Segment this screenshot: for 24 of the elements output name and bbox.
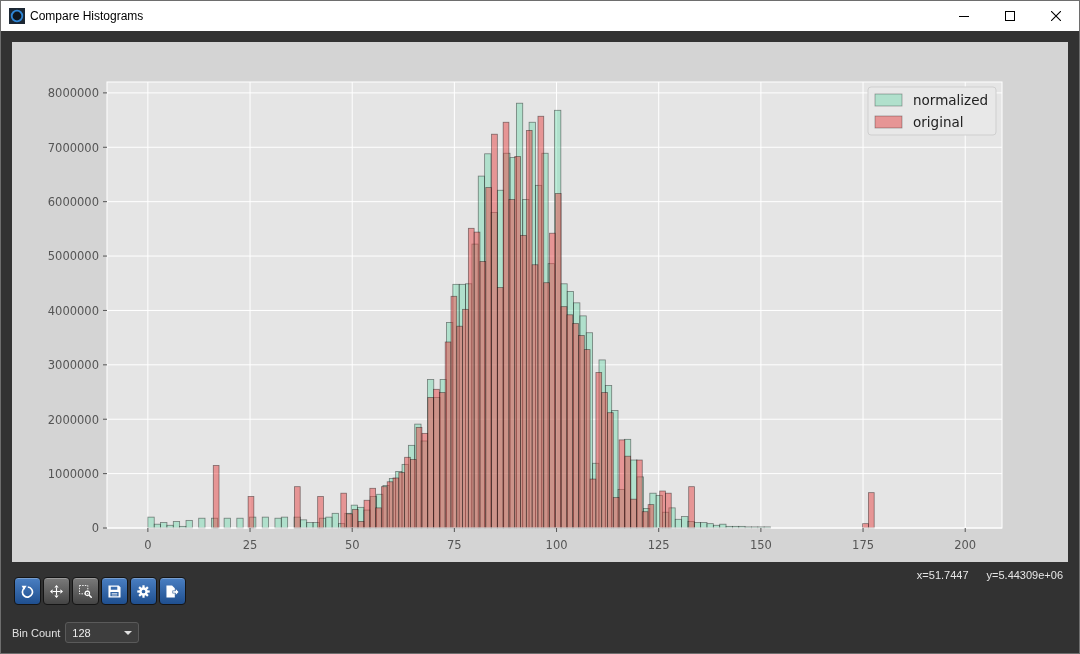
y-tick-label: 6000000 <box>47 194 99 209</box>
y-tick-label: 1000000 <box>47 466 99 481</box>
x-tick-label: 125 <box>647 538 670 552</box>
x-tick-label: 200 <box>954 538 977 552</box>
x-tick-label: 75 <box>447 538 462 552</box>
y-tick-label: 3000000 <box>47 358 99 373</box>
window-title: Compare Histograms <box>30 9 144 23</box>
y-tick-label: 8000000 <box>47 86 99 101</box>
y-tick-label: 2000000 <box>47 412 99 427</box>
x-tick-label: 100 <box>545 538 568 552</box>
x-tick-label: 25 <box>242 538 258 552</box>
legend-label: normalized <box>913 92 988 108</box>
cursor-y-readout: y=5.44309e+06 <box>986 569 1063 581</box>
x-tick-label: 150 <box>749 538 772 552</box>
bin-count-label: Bin Count <box>12 626 61 639</box>
x-tick-label: 50 <box>344 538 360 552</box>
cursor-x-readout: x=51.7447 <box>916 569 969 581</box>
y-tick-label: 4000000 <box>47 303 99 318</box>
y-tick-label: 7000000 <box>47 140 99 155</box>
x-tick-label: 175 <box>852 538 875 552</box>
x-tick-label: 0 <box>144 538 152 552</box>
y-tick-label: 0 <box>91 521 99 536</box>
y-tick-label: 5000000 <box>47 249 99 264</box>
legend-label: original <box>913 114 964 130</box>
